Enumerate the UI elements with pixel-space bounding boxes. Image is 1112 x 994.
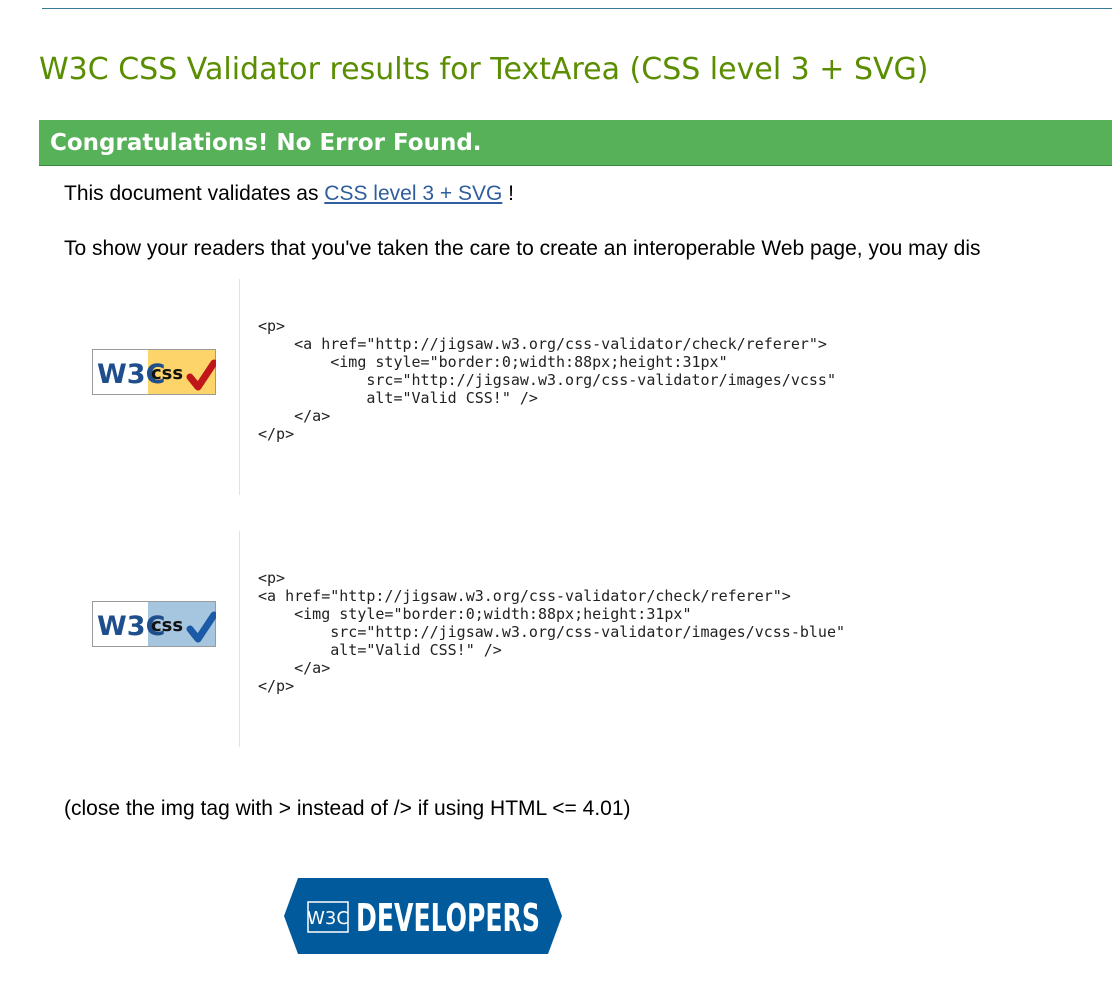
valid-css-badge-blue-icon[interactable]: W3C css [92,601,216,647]
badge-code-snippet[interactable]: <p> <a href="http://jigsaw.w3.org/css-va… [258,569,845,695]
validates-statement: This document validates as CSS level 3 +… [64,182,514,206]
css-profile-link[interactable]: CSS level 3 + SVG [324,182,502,205]
badge-block-blue: W3C css <p> <a href="http://jigsaw.w3.or… [64,531,1112,747]
badge-cell: W3C css [64,279,240,495]
html-note: (close the img tag with > instead of /> … [64,797,631,820]
page-title: W3C CSS Validator results for TextArea (… [39,52,929,87]
validates-suffix: ! [502,182,514,205]
developers-logo-label: DEVELOPERS [356,896,540,940]
badge-label-text: css [151,363,183,384]
validator-results-page: W3C CSS Validator results for TextArea (… [0,0,1112,994]
success-message: Congratulations! No Error Found. [50,130,482,156]
top-divider [42,8,1112,9]
validates-prefix: This document validates as [64,182,325,205]
w3c-developers-logo-icon[interactable]: W3C DEVELOPERS [284,878,562,954]
readers-instructions: To show your readers that you've taken t… [64,237,981,260]
valid-css-badge-gold-icon[interactable]: W3C css [92,349,216,395]
badge-block-gold: W3C css <p> <a href="http://jigsaw.w3.or… [64,279,1112,495]
badge-label-text: css [151,615,183,636]
success-banner: Congratulations! No Error Found. [39,120,1112,166]
developers-logo-w3c: W3C [307,908,349,929]
badge-cell: W3C css [64,531,240,747]
badge-code-snippet[interactable]: <p> <a href="http://jigsaw.w3.org/css-va… [258,317,836,443]
